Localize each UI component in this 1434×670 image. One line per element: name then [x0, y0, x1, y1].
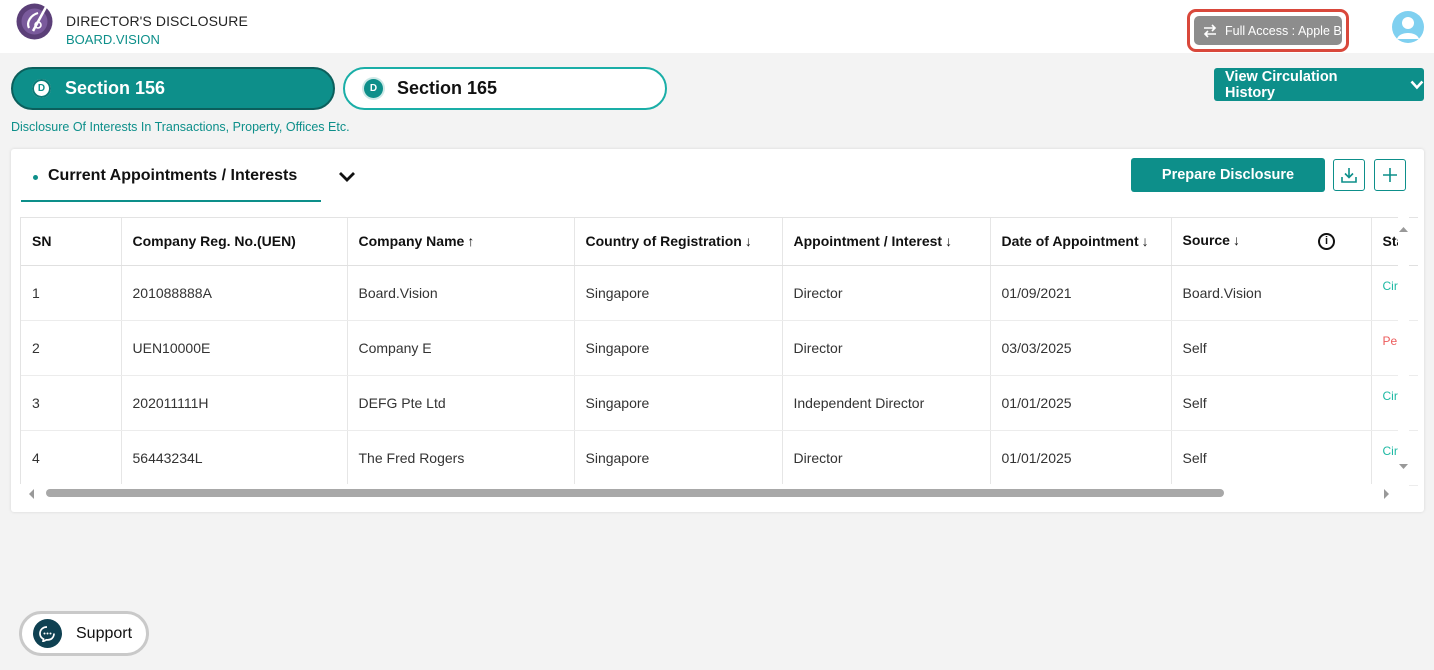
cell-uen: 202011111H [121, 375, 348, 431]
table-row[interactable]: 4 56443234L The Fred Rogers Singapore Direct… [21, 430, 1418, 486]
scroll-left-icon[interactable] [27, 488, 37, 500]
view-circulation-history-button[interactable]: View Circulation History [1214, 68, 1424, 101]
cell-source: Board.Vision [1171, 265, 1372, 321]
download-button[interactable] [1333, 159, 1365, 191]
appointments-card: Current Appointments / Interests Prepare… [11, 149, 1424, 512]
horizontal-scrollbar[interactable] [20, 484, 1409, 502]
table-header-row: SN Company Reg. No.(UEN) Company Name ↑ C… [21, 218, 1418, 266]
d-badge-icon: D [32, 79, 51, 98]
table-row[interactable]: 1 201088888A Board.Vision Singapore Director… [21, 265, 1418, 321]
cell-appointment: Director [782, 265, 991, 321]
cell-status[interactable]: Pe [1371, 320, 1418, 376]
switch-access-button[interactable]: Full Access : Apple B [1194, 16, 1342, 45]
tab-label: Section 165 [397, 78, 498, 98]
cell-company-name: Board.Vision [347, 265, 575, 321]
cell-appointment: Independent Director [782, 375, 991, 431]
sort-arrow-icon: ↓ [945, 233, 953, 250]
appointments-table: SN Company Reg. No.(UEN) Company Name ↑ C… [21, 218, 1418, 486]
vertical-scrollbar[interactable] [1398, 217, 1409, 482]
column-header-date[interactable]: Date of Appointment ↓ [990, 218, 1172, 266]
switch-arrows-icon [1203, 23, 1217, 38]
cell-appointment: Director [782, 320, 991, 376]
app-subtitle: BOARD.VISION [66, 32, 160, 47]
tab-section-156[interactable]: D Section 156 [11, 67, 335, 110]
board-vision-logo[interactable] [16, 3, 53, 40]
user-avatar-icon[interactable] [1392, 11, 1424, 43]
chevron-down-icon [1410, 80, 1424, 89]
scroll-down-icon[interactable] [1398, 462, 1409, 472]
cell-uen: UEN10000E [121, 320, 348, 376]
cell-sn: 4 [21, 430, 122, 486]
access-highlight: Full Access : Apple B [1187, 9, 1349, 52]
horizontal-scroll-thumb[interactable] [46, 489, 1224, 497]
cell-source: Self [1171, 430, 1372, 486]
column-header-company-name[interactable]: Company Name ↑ [347, 218, 575, 266]
chat-support-icon [33, 619, 62, 648]
cell-sn: 2 [21, 320, 122, 376]
cell-company-name: Company E [347, 320, 575, 376]
chevron-down-icon[interactable] [338, 170, 356, 184]
column-header-uen: Company Reg. No.(UEN) [121, 218, 348, 266]
cell-source: Self [1171, 375, 1372, 431]
download-icon [1341, 168, 1357, 183]
cell-uen: 201088888A [121, 265, 348, 321]
cell-uen: 56443234L [121, 430, 348, 486]
d-badge-icon: D [364, 79, 383, 98]
tab-current-appointments[interactable]: Current Appointments / Interests [21, 149, 321, 202]
bullet-icon [33, 175, 38, 180]
section-description: Disclosure Of Interests In Transactions,… [11, 120, 350, 134]
cell-source: Self [1171, 320, 1372, 376]
prepare-disclosure-button[interactable]: Prepare Disclosure [1131, 158, 1325, 192]
tab-section-165[interactable]: D Section 165 [343, 67, 667, 110]
access-label: Full Access : Apple B [1225, 23, 1342, 38]
sort-arrow-icon: ↑ [467, 233, 475, 250]
cell-country: Singapore [574, 430, 783, 486]
plus-icon [1383, 168, 1397, 182]
support-button[interactable]: Support [19, 611, 149, 656]
column-header-source[interactable]: Source ↓ i [1171, 218, 1372, 266]
support-label: Support [76, 624, 133, 642]
sort-arrow-icon: ↓ [1232, 232, 1240, 249]
tab-label: Section 156 [65, 78, 166, 98]
cell-appointment: Director [782, 430, 991, 486]
info-icon[interactable]: i [1317, 233, 1335, 251]
column-header-sn: SN [21, 218, 122, 266]
cell-date: 01/01/2025 [990, 375, 1172, 431]
column-header-status: Sta [1371, 218, 1418, 266]
table-row[interactable]: 3 202011111H DEFG Pte Ltd Singapore Independ… [21, 375, 1418, 431]
cell-country: Singapore [574, 320, 783, 376]
cell-sn: 1 [21, 265, 122, 321]
cell-status[interactable]: Cir [1371, 430, 1418, 486]
add-button[interactable] [1374, 159, 1406, 191]
cell-status[interactable]: Cir [1371, 375, 1418, 431]
cell-sn: 3 [21, 375, 122, 431]
cell-country: Singapore [574, 265, 783, 321]
column-header-appointment[interactable]: Appointment / Interest ↓ [782, 218, 991, 266]
cell-date: 03/03/2025 [990, 320, 1172, 376]
appointments-table-wrapper: SN Company Reg. No.(UEN) Company Name ↑ C… [20, 217, 1418, 502]
cell-status[interactable]: Cir [1371, 265, 1418, 321]
app-title: DIRECTOR'S DISCLOSURE [66, 13, 248, 29]
cell-country: Singapore [574, 375, 783, 431]
sort-arrow-icon: ↓ [1141, 233, 1149, 250]
table-row[interactable]: 2 UEN10000E Company E Singapore Director 03/0… [21, 320, 1418, 376]
cell-company-name: The Fred Rogers [347, 430, 575, 486]
cell-company-name: DEFG Pte Ltd [347, 375, 575, 431]
sort-arrow-icon: ↓ [744, 233, 752, 250]
view-history-label: View Circulation History [1225, 68, 1338, 101]
column-header-country[interactable]: Country of Registration ↓ [574, 218, 783, 266]
cell-date: 01/01/2025 [990, 430, 1172, 486]
tab-label: Current Appointments / Interests [48, 167, 298, 184]
top-bar: DIRECTOR'S DISCLOSURE BOARD.VISION Full … [0, 0, 1434, 53]
scroll-right-icon[interactable] [1381, 488, 1391, 500]
cell-date: 01/09/2021 [990, 265, 1172, 321]
scroll-up-icon[interactable] [1398, 224, 1409, 234]
